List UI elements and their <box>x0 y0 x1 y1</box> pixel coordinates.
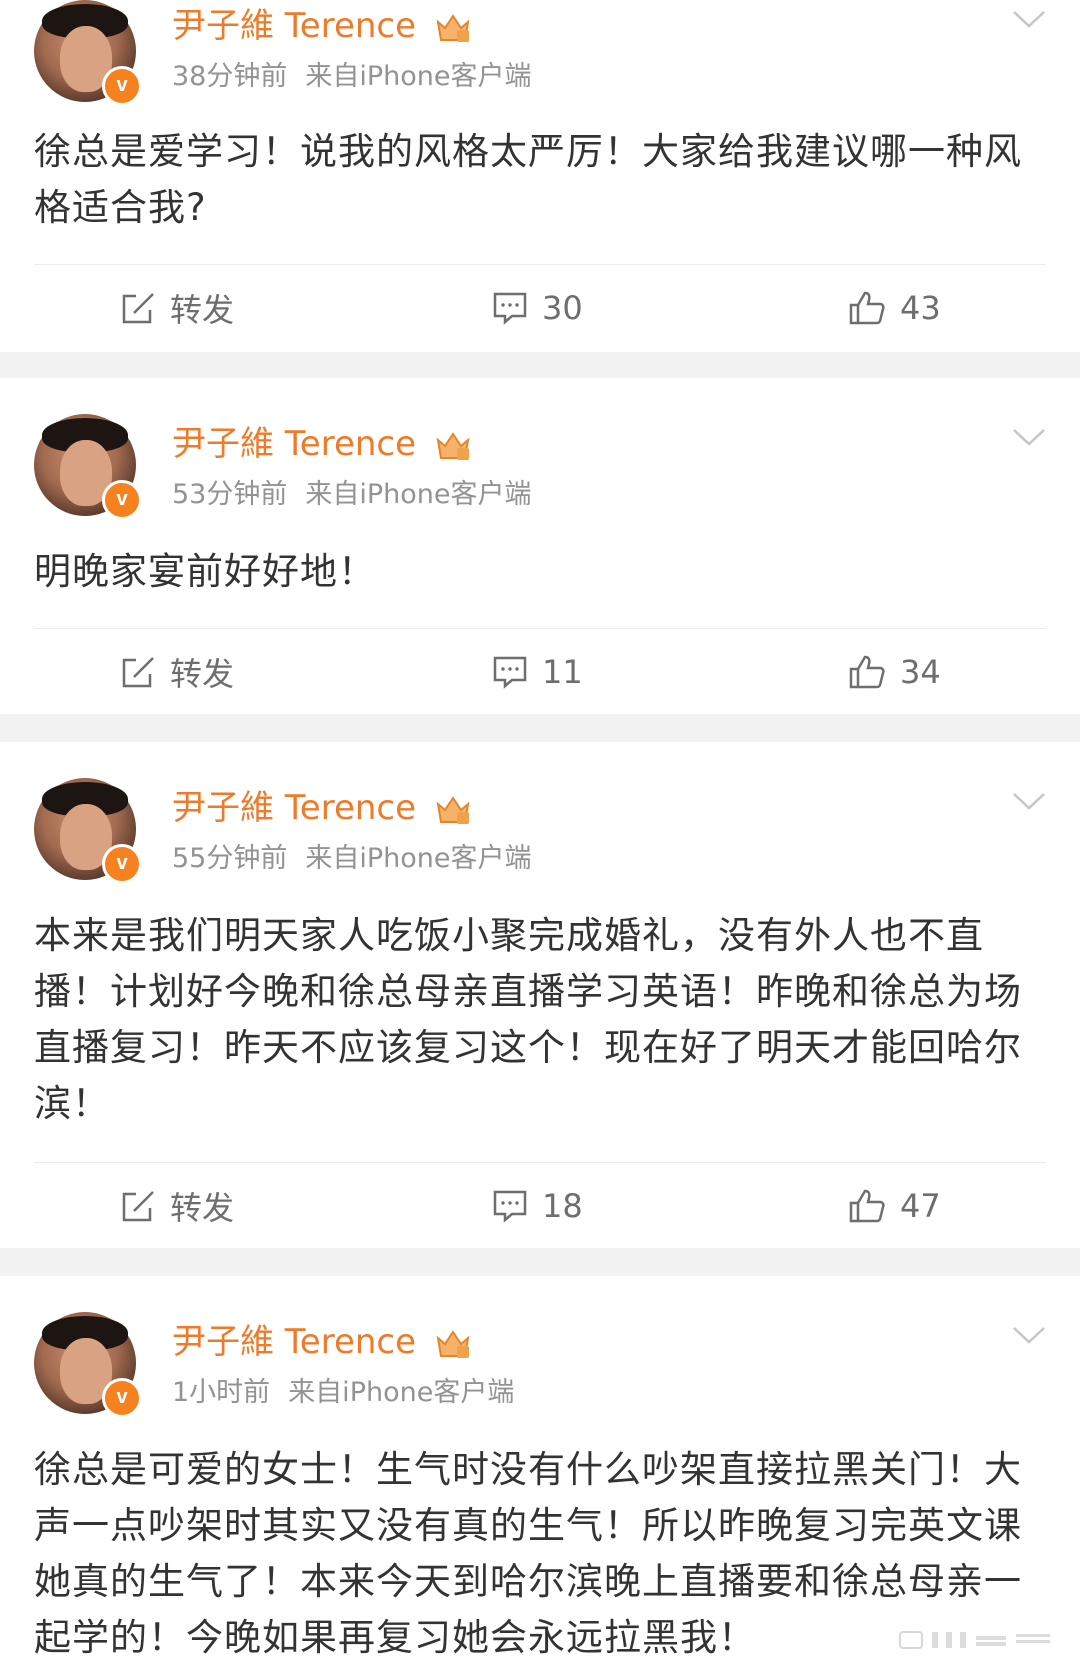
post-meta: 1小时前 来自iPhone客户端 <box>172 1376 514 1410</box>
repost-icon <box>122 1191 154 1222</box>
author-name-text: 尹子維 Terence <box>172 1322 417 1362</box>
watermark-icon <box>899 1631 1050 1649</box>
post-time: 55分钟前 <box>172 843 288 874</box>
post-card: v 尹子維 Terence 53分钟前 来自iPhone客户端 明晚家宴前好好地！… <box>0 378 1080 714</box>
post-time: 38分钟前 <box>172 61 288 92</box>
post-source[interactable]: 来自iPhone客户端 <box>305 843 531 874</box>
crown-icon <box>436 13 470 42</box>
comment-button[interactable]: 18 <box>492 1176 583 1236</box>
chevron-down-icon[interactable] <box>1012 792 1046 812</box>
comment-icon <box>493 1190 527 1223</box>
post-source[interactable]: 来自iPhone客户端 <box>288 1377 514 1408</box>
divider <box>34 628 1046 629</box>
chevron-down-icon[interactable] <box>1012 428 1046 448</box>
like-button[interactable]: 43 <box>848 278 941 338</box>
avatar[interactable]: v <box>34 778 142 884</box>
comment-count: 11 <box>542 653 583 691</box>
post-text: 徐总是爱学习！说我的风格太严厉！大家给我建议哪一种风格适合我? <box>34 130 1022 229</box>
thumbs-up-icon <box>849 291 885 325</box>
comment-icon <box>493 292 527 325</box>
author-name-text: 尹子維 Terence <box>172 788 417 828</box>
chevron-down-icon[interactable] <box>1012 10 1046 30</box>
divider <box>34 1162 1046 1163</box>
author-name[interactable]: 尹子維 Terence <box>172 424 471 464</box>
verified-badge-icon: v <box>102 480 142 520</box>
action-bar: 转发 30 43 <box>0 278 1080 338</box>
verified-badge-icon: v <box>102 844 142 884</box>
comment-button[interactable]: 30 <box>492 278 583 338</box>
post-time: 53分钟前 <box>172 479 288 510</box>
verified-badge-icon: v <box>102 66 142 106</box>
repost-button[interactable]: 转发 <box>120 278 234 338</box>
avatar[interactable]: v <box>34 414 142 520</box>
comment-button[interactable]: 11 <box>492 642 583 702</box>
like-count: 47 <box>900 1187 941 1225</box>
post-text: 徐总是可爱的女士！生气时没有什么吵架直接拉黑关门！大声一点吵架时其实又没有真的生… <box>34 1448 1022 1659</box>
avatar[interactable]: v <box>34 1312 142 1418</box>
avatar[interactable]: v <box>34 0 142 106</box>
post-source[interactable]: 来自iPhone客户端 <box>305 479 531 510</box>
repost-label: 转发 <box>170 291 235 329</box>
post-card: v 尹子維 Terence 55分钟前 来自iPhone客户端 本来是我们明天家人… <box>0 742 1080 1248</box>
post-time: 1小时前 <box>172 1377 271 1408</box>
divider <box>34 264 1046 265</box>
author-name[interactable]: 尹子維 Terence <box>172 788 471 828</box>
like-count: 43 <box>900 289 941 327</box>
crown-icon <box>436 795 470 824</box>
crown-icon <box>436 431 470 460</box>
author-name[interactable]: 尹子維 Terence <box>172 6 471 46</box>
repost-icon <box>122 293 154 324</box>
post-card: v 尹子維 Terence 38分钟前 来自iPhone客户端 徐总是爱学习！说我… <box>0 0 1080 352</box>
thumbs-up-icon <box>849 655 885 689</box>
post-meta: 55分钟前 来自iPhone客户端 <box>172 842 532 876</box>
repost-button[interactable]: 转发 <box>120 642 234 702</box>
verified-badge-icon: v <box>102 1378 142 1418</box>
like-button[interactable]: 47 <box>848 1176 941 1236</box>
post-meta: 53分钟前 来自iPhone客户端 <box>172 478 532 512</box>
post-meta: 38分钟前 来自iPhone客户端 <box>172 60 532 94</box>
thumbs-up-icon <box>849 1189 885 1223</box>
chevron-down-icon[interactable] <box>1012 1326 1046 1346</box>
repost-icon <box>122 657 154 688</box>
post-card: v 尹子維 Terence 1小时前 来自iPhone客户端 徐总是可爱的女士！生… <box>0 1276 1080 1659</box>
crown-icon <box>436 1329 470 1358</box>
author-name[interactable]: 尹子維 Terence <box>172 1322 471 1362</box>
post-text: 本来是我们明天家人吃饭小聚完成婚礼，没有外人也不直播！计划好今晚和徐总母亲直播学… <box>34 914 1022 1125</box>
author-name-text: 尹子維 Terence <box>172 6 417 46</box>
comment-count: 18 <box>542 1187 583 1225</box>
comment-icon <box>493 656 527 689</box>
post-text: 明晚家宴前好好地！ <box>34 550 376 593</box>
like-count: 34 <box>900 653 941 691</box>
action-bar: 转发 18 47 <box>0 1176 1080 1236</box>
action-bar: 转发 11 34 <box>0 642 1080 702</box>
repost-label: 转发 <box>170 655 235 693</box>
comment-count: 30 <box>542 289 583 327</box>
author-name-text: 尹子維 Terence <box>172 424 417 464</box>
post-source[interactable]: 来自iPhone客户端 <box>305 61 531 92</box>
repost-button[interactable]: 转发 <box>120 1176 234 1236</box>
like-button[interactable]: 34 <box>848 642 941 702</box>
repost-label: 转发 <box>170 1189 235 1227</box>
